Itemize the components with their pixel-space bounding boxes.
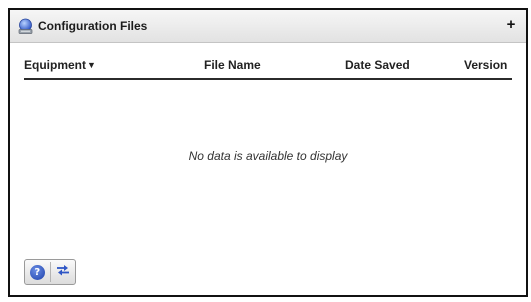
swap-button[interactable] <box>51 260 76 284</box>
column-header-equipment[interactable]: Equipment▼ <box>24 58 96 72</box>
sort-descending-icon: ▼ <box>87 60 96 70</box>
column-header-file-name[interactable]: File Name <box>204 58 261 72</box>
empty-table-message: No data is available to display <box>188 149 348 163</box>
panel-header: Configuration Files + <box>10 10 526 43</box>
help-button[interactable]: ? <box>25 260 50 284</box>
configuration-files-icon <box>17 18 34 35</box>
header-divider <box>24 78 512 80</box>
panel-title: Configuration Files <box>38 19 148 33</box>
column-header-date-saved[interactable]: Date Saved <box>345 58 410 72</box>
help-icon: ? <box>29 264 45 280</box>
column-header-version[interactable]: Version <box>464 58 507 72</box>
expand-button[interactable]: + <box>504 17 518 32</box>
column-label: Equipment <box>24 58 86 72</box>
configuration-files-panel: Configuration Files + Equipment▼ File Na… <box>8 8 528 297</box>
table-header: Equipment▼ File Name Date Saved Version <box>10 58 526 76</box>
swap-arrows-icon <box>56 263 70 281</box>
toolbar-button-group: ? <box>24 259 76 285</box>
